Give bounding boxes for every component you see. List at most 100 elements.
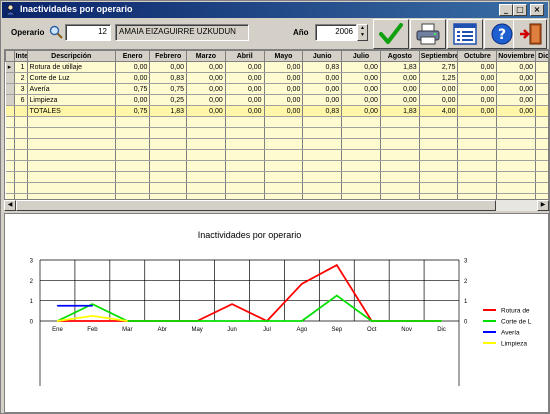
- ano-spinner[interactable]: ▲ ▼: [357, 24, 368, 41]
- table-cell[interactable]: 0,25: [149, 94, 187, 106]
- maximize-button[interactable]: □: [513, 4, 527, 16]
- table-cell[interactable]: 0,00: [115, 61, 151, 73]
- table-cell[interactable]: [149, 149, 187, 161]
- table-cell[interactable]: [341, 149, 381, 161]
- accept-button[interactable]: [373, 19, 409, 49]
- table-cell[interactable]: [115, 127, 151, 139]
- table-cell[interactable]: [419, 182, 459, 194]
- table-cell[interactable]: 0,00: [457, 83, 498, 95]
- table-cell[interactable]: [27, 182, 116, 194]
- table-cell[interactable]: 1,83: [380, 105, 420, 117]
- table-cell[interactable]: [380, 149, 420, 161]
- column-header[interactable]: Descripción: [26, 50, 116, 62]
- horizontal-scrollbar[interactable]: ◀ ▶: [4, 199, 549, 211]
- table-cell[interactable]: [186, 127, 226, 139]
- table-cell[interactable]: [14, 138, 28, 150]
- table-row[interactable]: [5, 149, 548, 161]
- spin-up-icon[interactable]: ▲: [358, 25, 367, 32]
- column-header[interactable]: Enero: [114, 50, 151, 62]
- table-cell[interactable]: [225, 160, 265, 172]
- table-cell[interactable]: 0,00: [341, 94, 381, 106]
- table-cell[interactable]: [341, 127, 381, 139]
- table-cell[interactable]: [496, 149, 537, 161]
- table-cell[interactable]: Avería: [27, 83, 116, 95]
- table-cell[interactable]: [419, 149, 459, 161]
- table-cell[interactable]: [264, 182, 304, 194]
- table-row[interactable]: ▸ 1 Rotura de utillaje 0,00 0,00 0,00 0,00 0,00…: [5, 61, 548, 73]
- table-cell[interactable]: [14, 149, 28, 161]
- table-cell[interactable]: 0,00: [341, 105, 381, 117]
- column-header[interactable]: Marzo: [186, 50, 226, 62]
- table-cell[interactable]: [302, 138, 343, 150]
- table-cell[interactable]: [186, 116, 226, 128]
- table-cell[interactable]: 0,00: [457, 94, 498, 106]
- table-cell[interactable]: 0,83: [302, 61, 343, 73]
- table-cell[interactable]: Limpieza: [27, 94, 116, 106]
- table-cell[interactable]: 0,00: [264, 72, 304, 84]
- row-selector[interactable]: [5, 160, 15, 172]
- table-cell[interactable]: [27, 138, 116, 150]
- table-cell[interactable]: [115, 160, 151, 172]
- table-cell[interactable]: 3: [14, 83, 28, 95]
- row-selector[interactable]: [5, 149, 15, 161]
- table-row[interactable]: [5, 160, 548, 172]
- table-cell[interactable]: [380, 160, 420, 172]
- table-cell[interactable]: [380, 171, 420, 183]
- close-button[interactable]: ×: [530, 4, 544, 16]
- table-cell[interactable]: [186, 149, 226, 161]
- table-cell[interactable]: [535, 160, 548, 172]
- column-header[interactable]: Febrero: [149, 50, 187, 62]
- table-cell[interactable]: [225, 182, 265, 194]
- table-row[interactable]: [5, 182, 548, 194]
- table-cell[interactable]: [14, 160, 28, 172]
- table-row[interactable]: [5, 171, 548, 183]
- table-row[interactable]: [5, 138, 548, 150]
- list-button[interactable]: [447, 19, 483, 49]
- table-row[interactable]: 3 Avería 0,75 0,75 0,00 0,00 0,00 0,00 0,00 0,00 0…: [5, 83, 548, 95]
- table-cell[interactable]: 0,00: [186, 94, 226, 106]
- column-header[interactable]: Septiembre: [418, 50, 459, 62]
- table-cell[interactable]: [457, 160, 498, 172]
- table-cell[interactable]: 0,75: [115, 83, 151, 95]
- table-cell[interactable]: [496, 171, 537, 183]
- column-header[interactable]: Octubre: [457, 50, 498, 62]
- table-cell[interactable]: 0,00: [264, 94, 304, 106]
- table-cell[interactable]: [14, 182, 28, 194]
- column-header[interactable]: Agosto: [379, 50, 420, 62]
- table-cell[interactable]: 6: [14, 94, 28, 106]
- column-header[interactable]: Diciembre: [535, 50, 548, 62]
- table-cell[interactable]: [302, 182, 343, 194]
- table-cell[interactable]: [186, 138, 226, 150]
- table-cell[interactable]: [264, 149, 304, 161]
- table-cell[interactable]: [186, 160, 226, 172]
- table-cell[interactable]: [302, 171, 343, 183]
- table-cell[interactable]: [380, 182, 420, 194]
- table-cell[interactable]: 0,00: [496, 105, 537, 117]
- table-cell[interactable]: [14, 127, 28, 139]
- table-cell[interactable]: 0,00: [457, 61, 498, 73]
- table-cell[interactable]: [225, 127, 265, 139]
- table-cell[interactable]: 0,75: [149, 83, 187, 95]
- table-cell[interactable]: [14, 116, 28, 128]
- table-cell[interactable]: [419, 171, 459, 183]
- table-cell[interactable]: [457, 149, 498, 161]
- table-cell[interactable]: Rotura de utillaje: [27, 61, 116, 73]
- table-cell[interactable]: [496, 182, 537, 194]
- table-cell[interactable]: 0,00: [496, 72, 537, 84]
- table-cell[interactable]: 2,75: [419, 61, 459, 73]
- table-cell[interactable]: [27, 127, 116, 139]
- table-cell[interactable]: [14, 105, 28, 117]
- table-cell[interactable]: 0,00: [535, 94, 548, 106]
- table-cell[interactable]: 0,00: [380, 83, 420, 95]
- table-cell[interactable]: 0,00: [535, 83, 548, 95]
- table-cell[interactable]: 0,75: [115, 105, 151, 117]
- table-cell[interactable]: [380, 127, 420, 139]
- table-cell[interactable]: [380, 116, 420, 128]
- row-selector[interactable]: [5, 72, 15, 84]
- table-cell[interactable]: [14, 171, 28, 183]
- table-cell[interactable]: [149, 116, 187, 128]
- search-icon[interactable]: [49, 25, 63, 39]
- table-cell[interactable]: 0,00: [341, 72, 381, 84]
- table-cell[interactable]: [535, 149, 548, 161]
- table-cell[interactable]: 0,00: [186, 83, 226, 95]
